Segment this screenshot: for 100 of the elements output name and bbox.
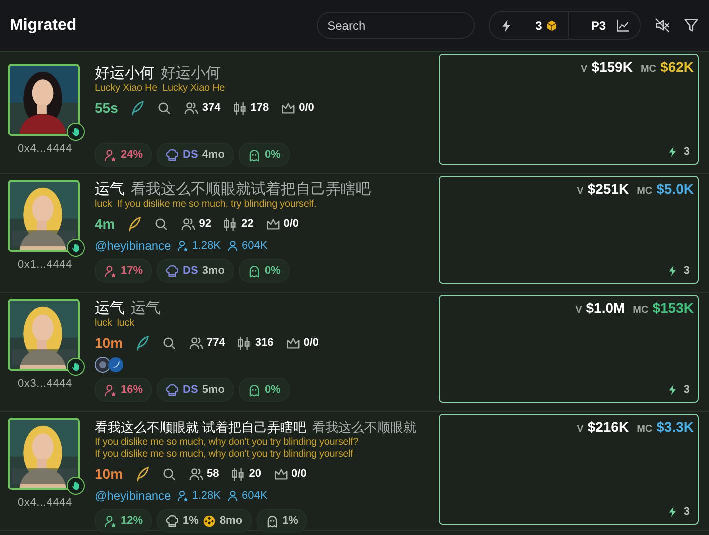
market-cap-label: MC (633, 305, 649, 316)
volume-label: V (581, 64, 588, 75)
search-field[interactable]: Search (316, 12, 475, 39)
person-star-icon (104, 514, 117, 528)
page-title: Migrated (10, 16, 77, 34)
candles-icon (223, 216, 238, 232)
holders-count: 374 (202, 102, 221, 114)
market-cap-value: $5.0K (656, 181, 694, 197)
chef-hat-icon (166, 514, 180, 528)
following-count: 604K (242, 240, 268, 252)
token-row[interactable]: 0x3...4444 运气 运气 luck luck 10m 774 316 0/0 16% DS 5mo 0% V $1.0M MC $153K 3 (0, 293, 709, 412)
token-subtitle: Lucky Xiao He (95, 83, 158, 95)
chef-hat-icon (166, 384, 180, 396)
token-name: 运气 (95, 180, 125, 199)
percent-text: 0% (264, 265, 281, 277)
people-icon (184, 100, 200, 116)
address-text[interactable]: 0x4...4444 (18, 143, 72, 155)
boost-count: 3 (684, 146, 690, 158)
person-star-icon (104, 384, 117, 396)
person-star-icon (104, 264, 117, 278)
trades-count: 22 (241, 218, 254, 230)
market-cap-label: MC (637, 424, 653, 435)
token-subtitle-alt: Lucky Xiao He (162, 83, 226, 95)
age-text: 8mo (220, 515, 243, 527)
token-row[interactable] (0, 412, 709, 531)
token-card[interactable]: V $216K MC $3.3K 3 (439, 414, 699, 525)
twitter-handle[interactable]: @heyibinance (95, 489, 172, 503)
volume-value: $159K (592, 59, 633, 75)
chef-hat-icon (166, 148, 180, 162)
address-text[interactable]: 0x4...4444 (18, 497, 72, 509)
address-text[interactable]: 0x1...4444 (18, 259, 72, 271)
age-text: 3mo (202, 265, 225, 277)
person-icon (177, 240, 190, 252)
volume-value: $216K (588, 419, 630, 435)
quick-buy-amount[interactable]: 3 (536, 18, 542, 32)
percent-text: 24% (121, 149, 144, 161)
ghost-icon (266, 514, 279, 528)
ghost-icon (248, 264, 261, 278)
token-card[interactable]: V $159K MC $62K 3 (439, 54, 699, 165)
token-row[interactable]: 0x4...4444 好运小何 好运小何 Lucky Xiao He Lucky Xiao He 55s 374 178 0/0 24% DS 4mo 0% V $159K MC $62K 3 (0, 52, 709, 174)
search-icon[interactable] (162, 466, 178, 482)
token-subtitle-alt: If you dislike me so much, why don't you try blinding yourself (95, 449, 354, 461)
percent-text: 17% (121, 265, 144, 277)
token-subtitle: luck (95, 318, 112, 330)
volume-label: V (576, 305, 582, 316)
dev-label: 1% (183, 515, 199, 527)
token-name: 运气 (95, 299, 125, 318)
token-subtitle-alt: If you dislike me so much, try blinding yourself. (117, 199, 317, 211)
age-text: 55s (95, 100, 118, 116)
crown-count: 0/0 (292, 468, 307, 480)
token-name: 好运小何 (95, 64, 155, 83)
followers-count: 1.28K (192, 240, 221, 252)
filter-icon[interactable] (684, 18, 699, 33)
search-icon[interactable] (157, 100, 172, 116)
chef-hat-icon (166, 264, 180, 278)
crown-icon (286, 336, 301, 350)
token-subtitle: If you dislike me so much, why don't you try blinding yourself? (95, 437, 359, 449)
crown-count: 0/0 (284, 218, 300, 230)
chart-icon[interactable] (616, 18, 630, 32)
search-icon[interactable] (154, 216, 170, 232)
candles-icon (231, 466, 246, 482)
percent-text: 0% (264, 384, 281, 396)
people-icon (189, 336, 204, 350)
token-name-alt: 好运小何 (161, 64, 221, 83)
token-name-alt: 看我这么不顺眼就试着把自己弄瞎吧 (131, 180, 371, 199)
search-icon[interactable] (162, 336, 178, 350)
boost-count: 3 (684, 265, 690, 277)
dev-label: DS (183, 384, 198, 396)
volume-label: V (577, 186, 584, 197)
hand-icon (71, 127, 81, 137)
token-card[interactable]: V $1.0M MC $153K 3 (439, 295, 699, 403)
followers-count: 1.28K (192, 490, 221, 502)
crown-count: 0/0 (299, 102, 314, 114)
twitter-handle[interactable]: @heyibinance (95, 239, 172, 253)
following-count: 604K (242, 490, 268, 502)
person-icon (226, 240, 239, 252)
market-cap-value: $62K (660, 59, 694, 75)
token-name-alt: 看我这么不顺眼就 (312, 419, 417, 437)
bird-icon[interactable] (108, 357, 124, 373)
percent-text: 1% (282, 515, 298, 527)
age-text: 4mo (202, 149, 225, 161)
hand-icon (71, 481, 81, 491)
crown-count: 0/0 (304, 337, 320, 349)
trades-count: 316 (255, 337, 274, 349)
people-icon (181, 216, 196, 232)
holders-count: 774 (207, 337, 226, 349)
market-cap-label: MC (640, 64, 657, 75)
preset-label[interactable]: P3 (591, 18, 606, 32)
address-text[interactable]: 0x3...4444 (18, 378, 72, 390)
token-subtitle: luck (95, 199, 112, 211)
token-name-alt: 运气 (131, 299, 161, 318)
market-cap-value: $153K (652, 300, 694, 316)
crown-icon (281, 100, 296, 116)
age-text: 10m (95, 466, 124, 482)
age-text: 10m (95, 335, 124, 351)
trades-count: 20 (249, 468, 262, 480)
token-row[interactable]: 0x1...4444 运气 看我这么不顺眼就试着把自己弄瞎吧 luck If you dislike me so much, try blinding yourself. 4m 92 22 0/0 @heyibinance 1.28K 604K 17% DS 3mo 0% V $251K MC $5.0K 3 (0, 174, 709, 293)
mute-icon[interactable] (655, 18, 670, 33)
token-card[interactable]: V $251K MC $5.0K 3 (439, 176, 699, 284)
percent-text: 12% (121, 515, 144, 527)
